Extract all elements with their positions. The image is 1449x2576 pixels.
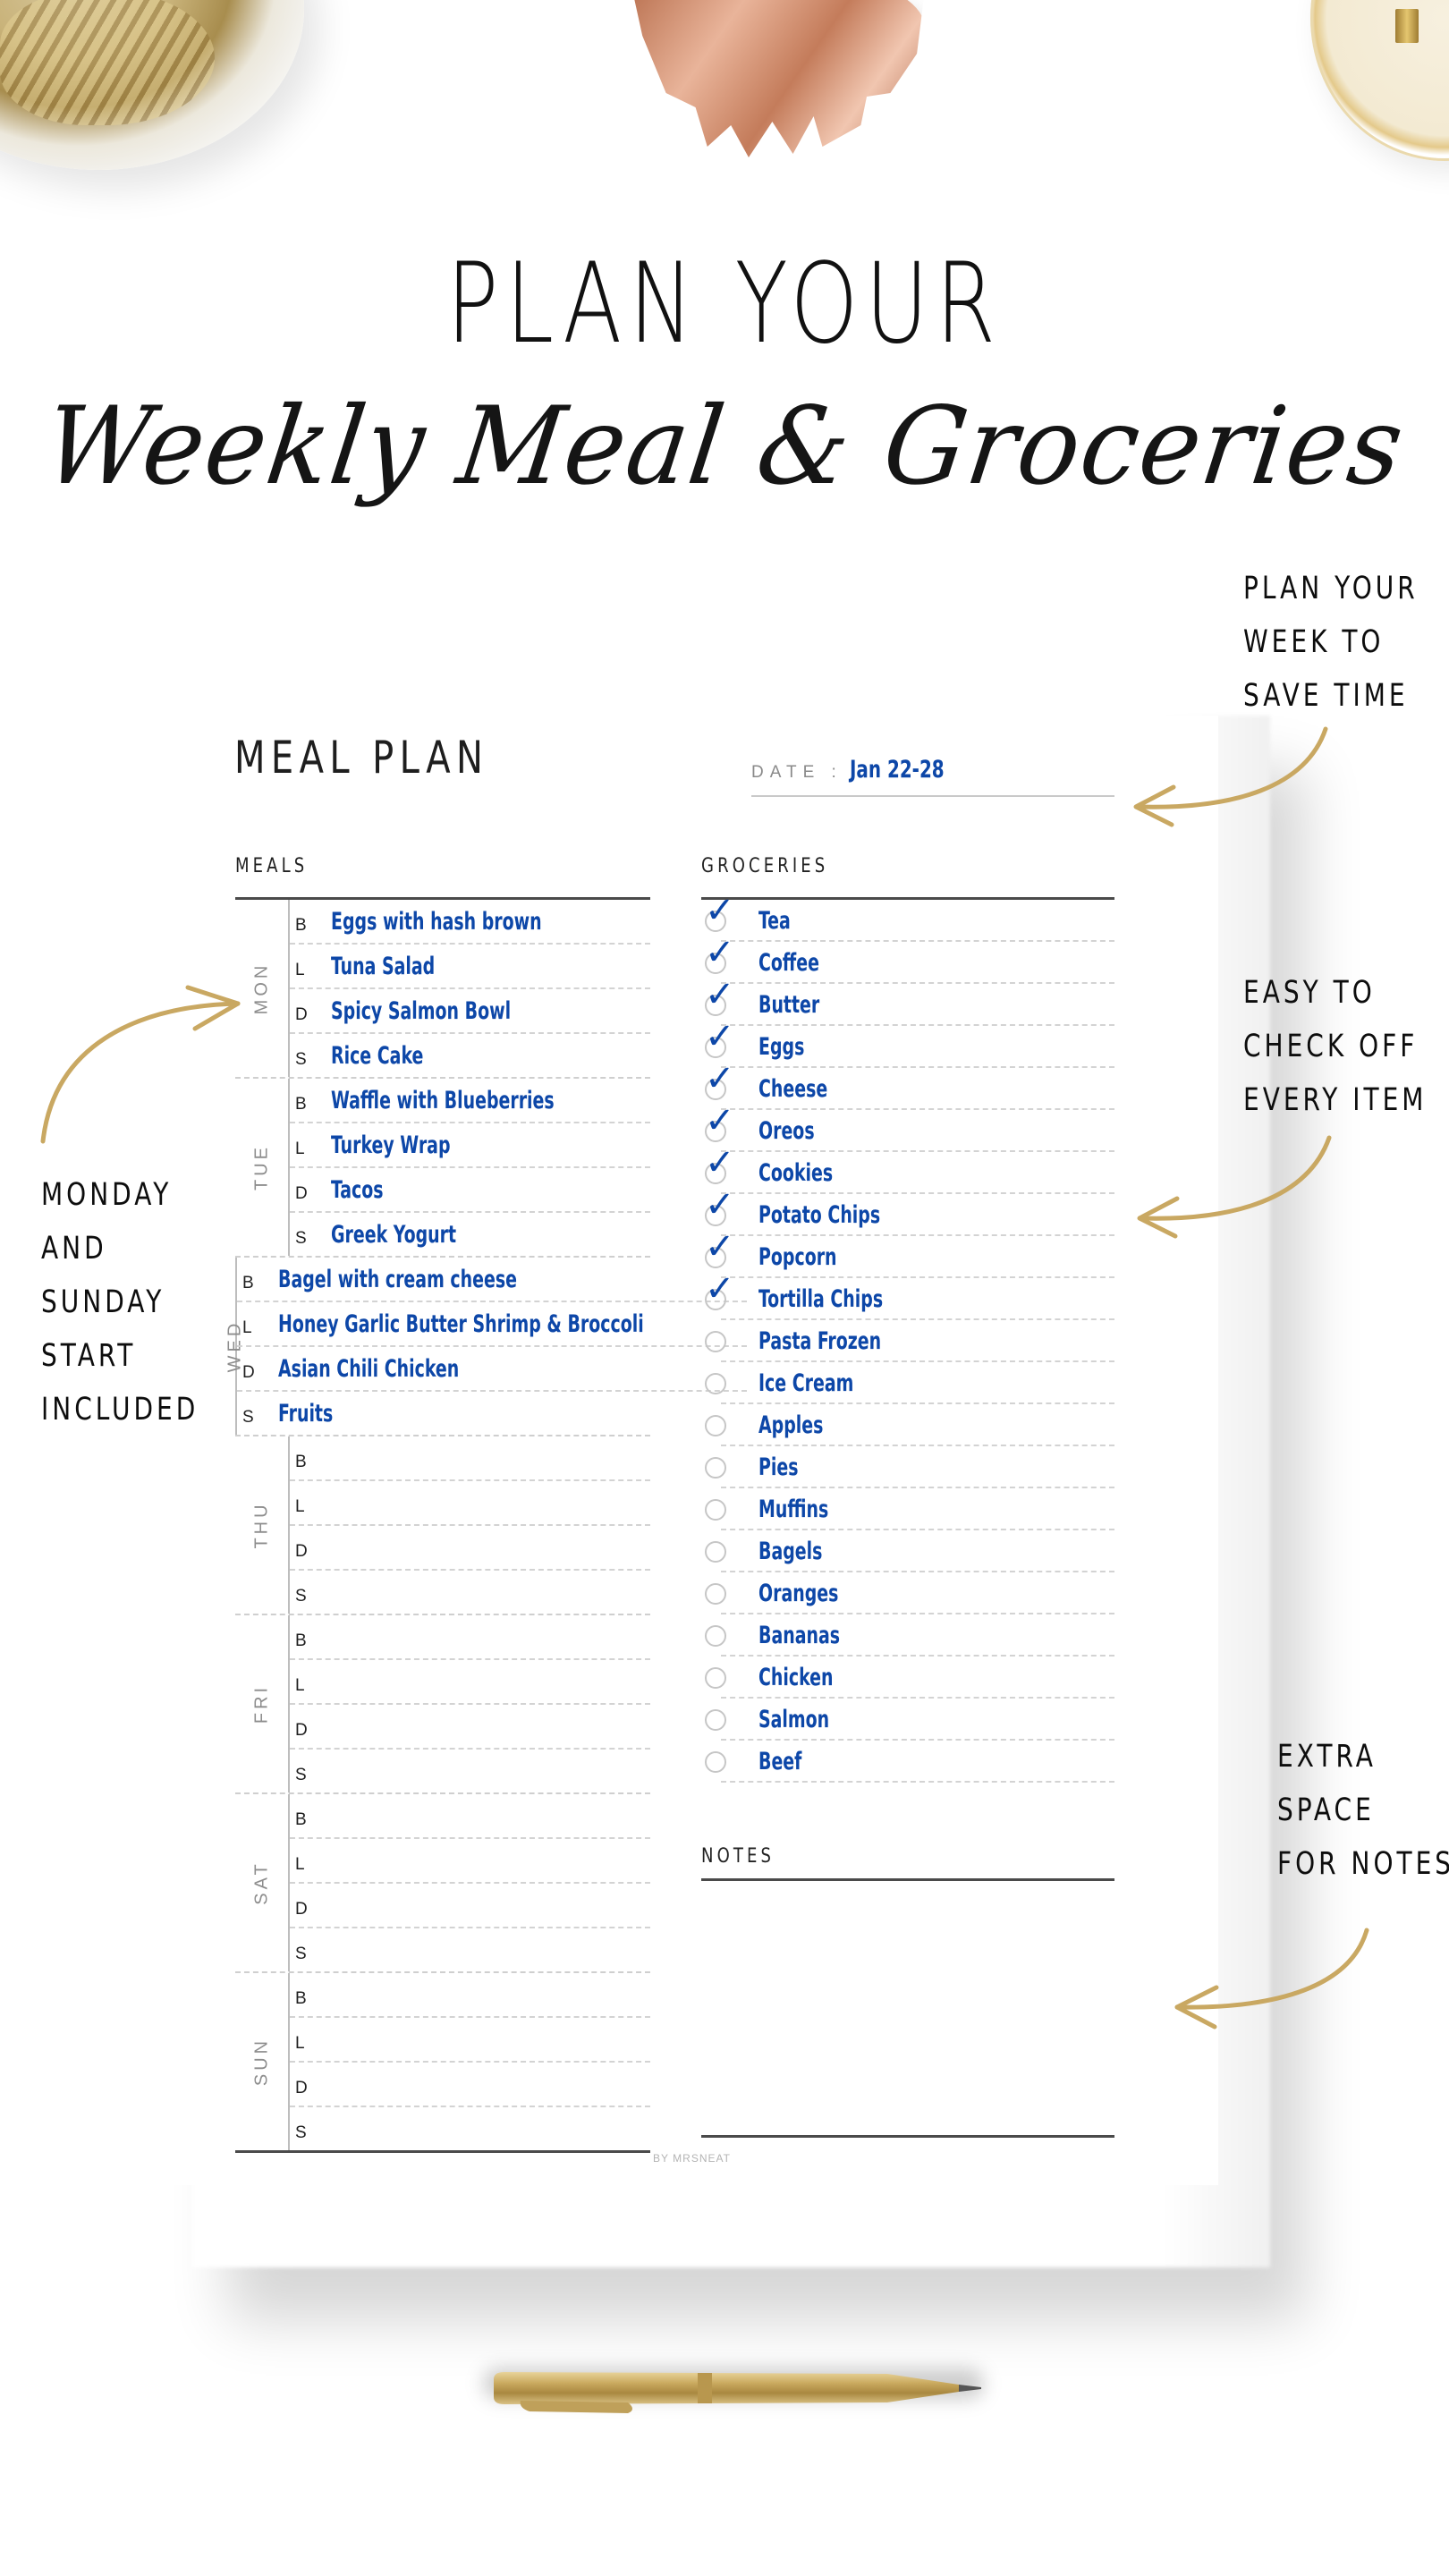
arrow-icon xyxy=(1133,726,1328,827)
gold-pen-icon xyxy=(494,2372,981,2413)
arrow-icon xyxy=(1174,1928,1369,2029)
arrow-icon xyxy=(40,985,241,1144)
gold-arrows xyxy=(40,726,1369,2029)
arrow-icon xyxy=(1137,1135,1332,1239)
